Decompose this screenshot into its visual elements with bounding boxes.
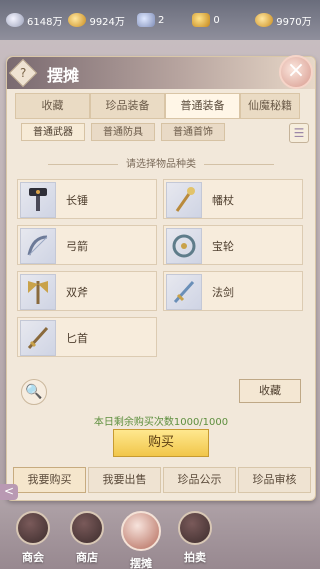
- category-tabs: 收藏 珍品装备 普通装备 仙魔秘籍: [15, 93, 317, 119]
- item-magic-sword[interactable]: 法剑: [163, 271, 303, 311]
- tab-secret-manual[interactable]: 仙魔秘籍: [240, 93, 300, 119]
- subtab-armor[interactable]: 普通防具: [91, 123, 155, 141]
- tab-favorites[interactable]: 收藏: [15, 93, 90, 119]
- search-icon: 🔍: [25, 384, 43, 400]
- silver-coin-icon: [6, 13, 24, 27]
- currency-gold-stack[interactable]: 9970万: [255, 13, 314, 28]
- currency-value: 0: [213, 14, 220, 26]
- nav-label: 商会: [22, 551, 44, 564]
- silver-ingot-icon: [137, 13, 156, 27]
- tab-normal-equipment[interactable]: 普通装备: [165, 93, 240, 119]
- subtab-jewelry[interactable]: 普通首饰: [161, 123, 225, 141]
- sword-icon: [166, 274, 202, 310]
- item-staff[interactable]: 幡杖: [163, 179, 303, 219]
- page-title: 摆摊: [47, 66, 80, 85]
- search-button[interactable]: 🔍: [21, 379, 47, 405]
- remaining-purchases: 本日剩余购买次数1000/1000: [93, 417, 229, 428]
- item-name: 宝轮: [212, 240, 234, 253]
- close-icon: ×: [286, 58, 306, 83]
- stall-panel: ? 摆摊 × 收藏 珍品装备 普通装备 仙魔秘籍 普通武器 普通防具 普通首饰 …: [6, 55, 317, 501]
- currency-silver-ingot[interactable]: 2: [137, 13, 186, 27]
- nav-label: 摆摊: [130, 557, 152, 569]
- favorite-button[interactable]: 收藏: [239, 379, 301, 403]
- currency-silver[interactable]: 6148万: [6, 13, 62, 28]
- currency-value: 2: [158, 14, 165, 26]
- sub-tabs: 普通武器 普通防具 普通首饰: [21, 123, 225, 141]
- currency-bar: 6148万 9924万 2 0 9970万: [0, 0, 320, 40]
- help-button[interactable]: ?: [8, 58, 38, 88]
- item-name: 弓箭: [66, 240, 88, 253]
- staff-icon: [166, 182, 202, 218]
- nav-stall[interactable]: 摆摊: [116, 511, 166, 569]
- close-button[interactable]: ×: [279, 55, 313, 89]
- currency-value: 9970万: [276, 16, 312, 28]
- chevron-left-icon: <: [3, 484, 15, 498]
- currency-value: 6148万: [27, 16, 63, 28]
- tab-buy[interactable]: 我要购买: [13, 467, 86, 493]
- item-name: 法剑: [212, 286, 234, 299]
- shop-icon: [70, 511, 104, 545]
- select-prompt: 请选择物品种类: [7, 155, 315, 170]
- stall-icon: [121, 511, 161, 551]
- collapse-arrow-button[interactable]: <: [0, 484, 18, 500]
- wheel-icon: [166, 228, 202, 264]
- item-name: 双斧: [66, 286, 88, 299]
- currency-value: 9924万: [89, 16, 125, 28]
- gold-ingot-icon: [192, 13, 211, 27]
- nav-label: 商店: [76, 551, 98, 564]
- nav-auction[interactable]: 拍卖: [170, 511, 220, 567]
- gold-coin-stack-icon: [255, 13, 274, 27]
- currency-gold[interactable]: 9924万: [68, 13, 131, 28]
- nav-label: 拍卖: [184, 551, 206, 564]
- list-view-button[interactable]: ☰: [289, 123, 309, 143]
- item-bow[interactable]: 弓箭: [17, 225, 157, 265]
- gold-coin-icon: [68, 13, 87, 27]
- auction-icon: [178, 511, 212, 545]
- buy-button[interactable]: 购买: [113, 429, 209, 457]
- currency-gold-ingot[interactable]: 0: [192, 13, 249, 27]
- tab-rare-public[interactable]: 珍品公示: [163, 467, 236, 493]
- list-icon: ☰: [293, 126, 305, 140]
- hammer-icon: [20, 182, 56, 218]
- item-double-axe[interactable]: 双斧: [17, 271, 157, 311]
- guild-icon: [16, 511, 50, 545]
- tab-sell[interactable]: 我要出售: [88, 467, 161, 493]
- trade-tabs: 我要购买 我要出售 珍品公示 珍品审核: [13, 467, 311, 493]
- double-axe-icon: [20, 274, 56, 310]
- panel-titlebar: ? 摆摊 ×: [7, 55, 315, 89]
- item-name: 幡杖: [212, 194, 234, 207]
- help-icon: ?: [19, 66, 27, 80]
- item-wheel[interactable]: 宝轮: [163, 225, 303, 265]
- nav-guild-shop[interactable]: 商会: [8, 511, 58, 567]
- tab-rare-equipment[interactable]: 珍品装备: [90, 93, 165, 119]
- item-dagger[interactable]: 匕首: [17, 317, 157, 357]
- bow-icon: [20, 228, 56, 264]
- subtab-weapons[interactable]: 普通武器: [21, 123, 85, 141]
- item-name: 匕首: [66, 332, 88, 345]
- tab-rare-review[interactable]: 珍品审核: [238, 467, 311, 493]
- dagger-icon: [20, 320, 56, 356]
- item-name: 长锤: [66, 194, 88, 207]
- bottom-nav: 商会 商店 摆摊 拍卖: [0, 505, 320, 569]
- nav-shop[interactable]: 商店: [62, 511, 112, 567]
- item-hammer[interactable]: 长锤: [17, 179, 157, 219]
